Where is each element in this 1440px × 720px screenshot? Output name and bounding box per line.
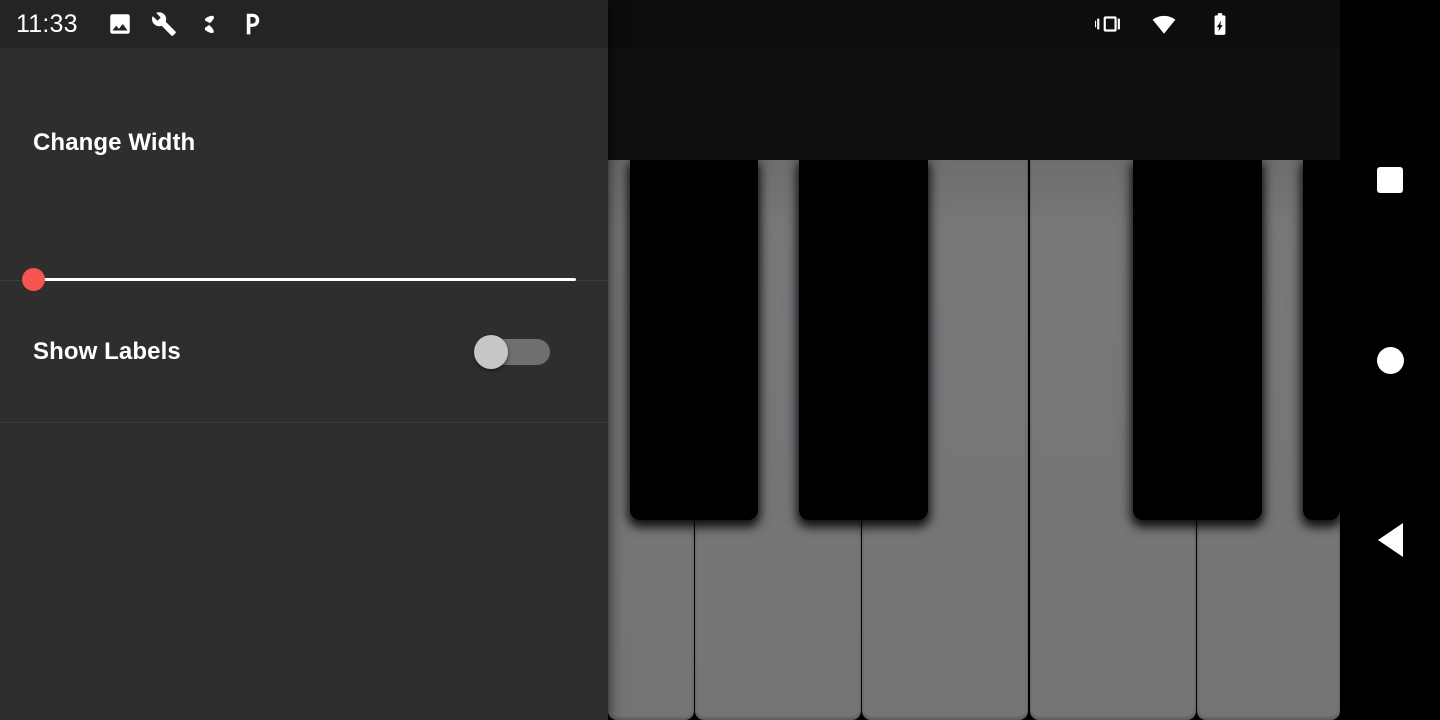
show-labels-label: Show Labels — [33, 337, 181, 365]
show-labels-section[interactable]: Show Labels — [0, 281, 608, 422]
square-icon — [1377, 167, 1403, 193]
black-key-3[interactable] — [1133, 160, 1262, 520]
change-width-title: Change Width — [33, 129, 196, 156]
recents-button[interactable] — [1340, 141, 1440, 219]
device-screen: Change Width Show Labels 11:33 — [0, 0, 1440, 720]
android-navigation-bar — [1340, 0, 1440, 720]
drawer-empty-area — [0, 423, 608, 424]
show-labels-switch[interactable] — [474, 334, 550, 369]
black-key-2[interactable] — [799, 160, 928, 520]
triangle-left-icon — [1377, 523, 1403, 557]
change-width-section: Change Width — [0, 48, 608, 291]
back-button[interactable] — [1340, 501, 1440, 579]
drawer-status-bar-spacer — [0, 0, 608, 48]
black-key-4[interactable] — [1303, 160, 1340, 520]
black-key-1[interactable] — [630, 160, 758, 520]
show-labels-switch-thumb[interactable] — [474, 334, 508, 369]
circle-icon — [1376, 346, 1404, 374]
home-button[interactable] — [1340, 321, 1440, 399]
settings-drawer: Change Width Show Labels — [0, 0, 608, 720]
